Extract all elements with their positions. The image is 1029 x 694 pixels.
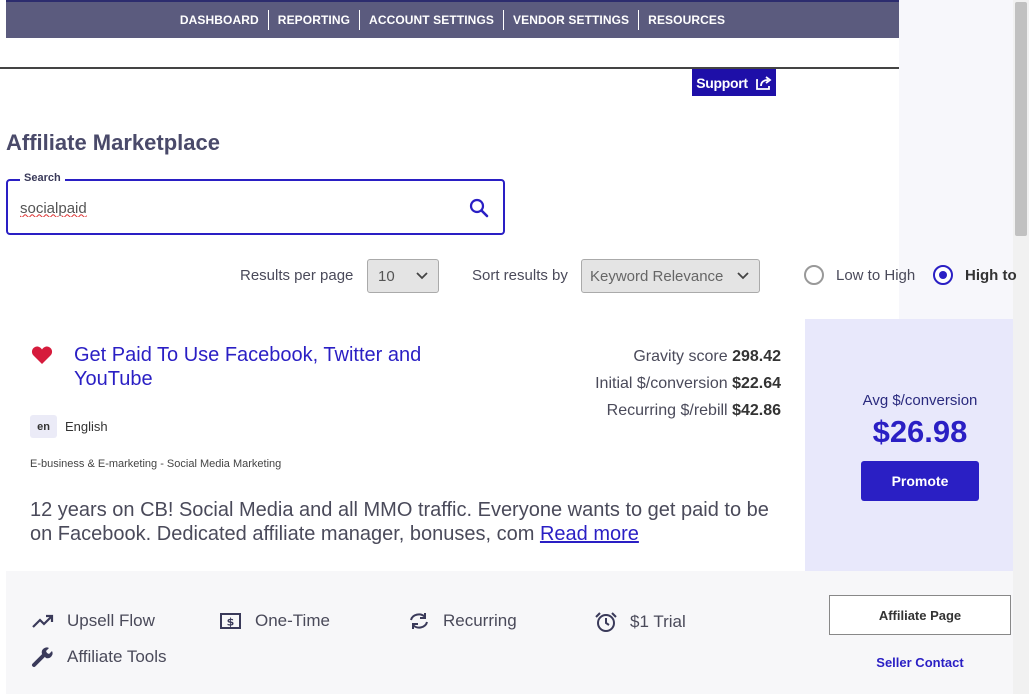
search-input[interactable] xyxy=(20,198,450,218)
feature-trial: $1 Trial xyxy=(594,611,686,633)
alarm-clock-icon xyxy=(595,612,617,632)
product-description: 12 years on CB! Social Media and all MMO… xyxy=(30,498,790,546)
feature-affiliate-tools-label: Affiliate Tools xyxy=(67,647,167,666)
search-icon[interactable] xyxy=(468,197,490,219)
stat-recurring-rebill: Recurring $/rebill $42.86 xyxy=(607,402,781,420)
sort-select[interactable]: Keyword Relevance xyxy=(581,259,760,293)
feature-upsell-flow: Upsell Flow xyxy=(31,611,155,631)
results-per-page-value: 10 xyxy=(378,267,395,285)
sort-label: Sort results by xyxy=(472,267,568,284)
heart-icon[interactable] xyxy=(31,345,53,365)
external-share-icon xyxy=(755,75,772,90)
avg-conversion-label: Avg $/conversion xyxy=(805,392,1029,409)
feature-upsell-flow-label: Upsell Flow xyxy=(67,611,155,630)
stat-recurring-value: $42.86 xyxy=(732,402,781,419)
scrollbar-thumb[interactable] xyxy=(1015,2,1027,236)
nav-item-account-settings[interactable]: ACCOUNT SETTINGS xyxy=(360,10,504,30)
radio-high-to-low-label[interactable]: High to xyxy=(965,267,1017,284)
product-category: E-business & E-marketing - Social Media … xyxy=(30,458,282,470)
wrench-icon xyxy=(32,647,53,667)
feature-recurring: Recurring xyxy=(407,611,517,631)
avg-conversion-label-text: Avg $/conversion xyxy=(862,392,978,409)
promote-button[interactable]: Promote xyxy=(861,461,979,501)
top-navigation-bar: DASHBOARD REPORTING ACCOUNT SETTINGS VEN… xyxy=(6,0,899,38)
trending-up-icon xyxy=(32,614,54,628)
nav-item-resources[interactable]: RESOURCES xyxy=(639,10,734,30)
avg-conversion-value-text: $26.98 xyxy=(872,414,968,449)
stat-gravity-label: Gravity score xyxy=(633,348,728,365)
stat-initial-value: $22.64 xyxy=(732,375,781,392)
stat-gravity-value: 298.42 xyxy=(732,348,781,365)
stat-recurring-label: Recurring $/rebill xyxy=(606,402,728,419)
results-per-page-select[interactable]: 10 xyxy=(367,259,439,293)
feature-one-time-label: One-Time xyxy=(255,611,330,630)
stat-initial-conversion: Initial $/conversion $22.64 xyxy=(595,375,781,393)
language-badge: en xyxy=(30,415,57,438)
results-per-page-label: Results per page xyxy=(240,267,354,284)
nav-item-vendor-settings[interactable]: VENDOR SETTINGS xyxy=(504,10,640,30)
support-label: Support xyxy=(696,74,748,91)
nav-item-reporting[interactable]: REPORTING xyxy=(269,10,361,30)
avg-conversion-value: $26.98 xyxy=(805,414,1029,450)
feature-one-time: $ One-Time xyxy=(219,611,330,631)
seller-contact-link[interactable]: Seller Contact xyxy=(829,655,1011,670)
svg-text:$: $ xyxy=(227,616,235,629)
stat-gravity: Gravity score 298.42 xyxy=(633,348,781,366)
language-name: English xyxy=(65,419,108,434)
search-label: Search xyxy=(20,172,65,184)
page-title: Affiliate Marketplace xyxy=(6,130,220,155)
feature-trial-label: $1 Trial xyxy=(630,612,686,631)
nav-list: DASHBOARD REPORTING ACCOUNT SETTINGS VEN… xyxy=(6,2,899,38)
stat-initial-label: Initial $/conversion xyxy=(595,375,728,392)
dollar-bill-icon: $ xyxy=(220,613,241,629)
product-title[interactable]: Get Paid To Use Facebook, Twitter and Yo… xyxy=(74,343,494,391)
chevron-down-icon xyxy=(737,272,749,280)
radio-low-to-high-label[interactable]: Low to High xyxy=(836,267,915,284)
affiliate-page-button[interactable]: Affiliate Page xyxy=(829,595,1011,635)
description-text: 12 years on CB! Social Media and all MMO… xyxy=(30,499,769,545)
feature-affiliate-tools: Affiliate Tools xyxy=(31,646,167,668)
radio-high-to-low[interactable] xyxy=(933,265,953,285)
sort-value: Keyword Relevance xyxy=(590,267,724,285)
search-box: Search xyxy=(6,172,505,235)
support-button[interactable]: Support xyxy=(692,69,776,96)
refresh-icon xyxy=(410,613,428,629)
chevron-down-icon xyxy=(416,272,428,280)
radio-low-to-high[interactable] xyxy=(804,265,824,285)
read-more-link[interactable]: Read more xyxy=(540,523,639,545)
feature-recurring-label: Recurring xyxy=(443,611,517,630)
nav-item-dashboard[interactable]: DASHBOARD xyxy=(171,10,269,30)
